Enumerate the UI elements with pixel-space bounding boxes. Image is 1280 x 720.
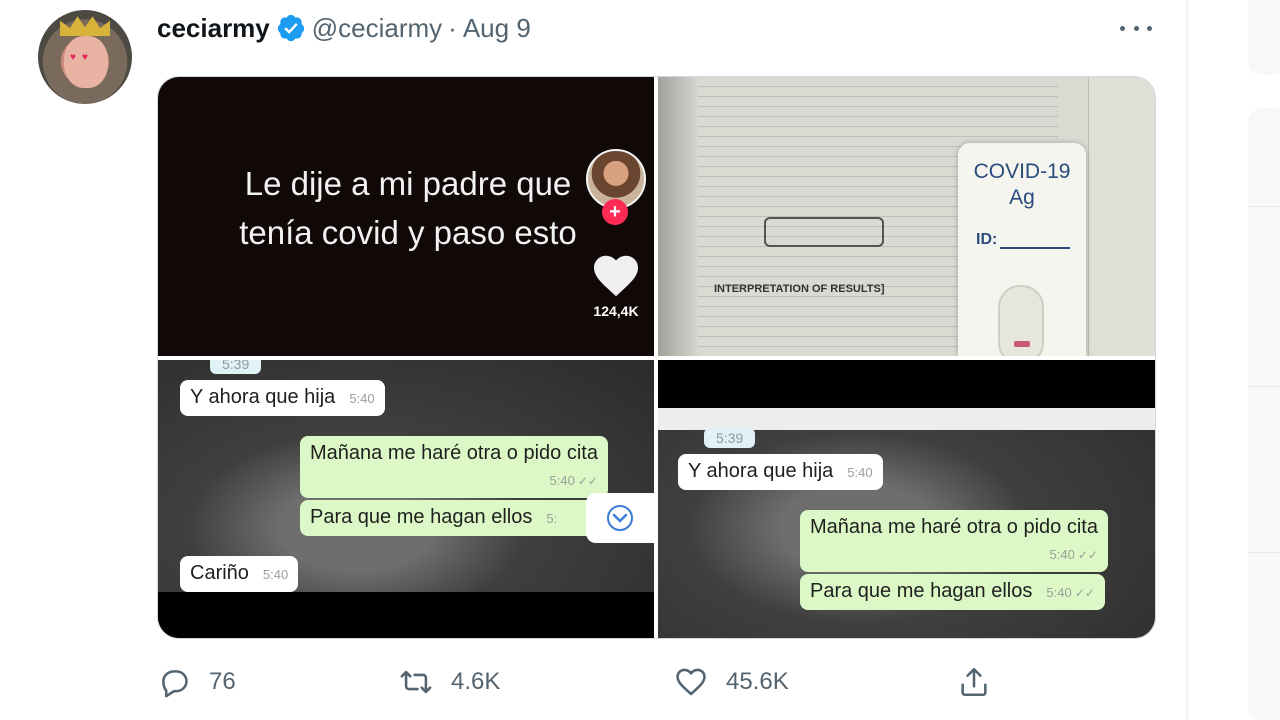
media-covid-test-image[interactable]: INTERPRETATION OF RESULTS] COVID-19 Ag I… <box>658 77 1155 356</box>
sidebar-divider <box>1248 386 1280 387</box>
chat-message-time: 5:40 <box>1046 585 1072 600</box>
verified-badge-icon <box>277 14 304 42</box>
read-ticks-icon: ✓✓ <box>1077 548 1098 562</box>
black-bar <box>658 360 1155 408</box>
heart-icon <box>676 668 706 696</box>
cassette-illustration <box>764 217 884 247</box>
tiktok-heart-icon <box>594 255 638 297</box>
read-ticks-icon: ✓✓ <box>1074 586 1095 600</box>
separator-dot: · <box>448 12 457 43</box>
tiktok-follow-plus-icon: + <box>602 199 628 225</box>
chat-bubble-outgoing: Para que me hagan ellos 5: <box>300 500 600 536</box>
chat-message-time: 5:40 <box>1049 547 1075 562</box>
chat-message-time: 5:40 <box>549 473 575 488</box>
tweet-actions: 76 4.6K 45.6K <box>157 662 1017 702</box>
chat-message-time: 5:40 <box>847 465 873 480</box>
test-cassette: COVID-19 Ag ID: C <box>958 143 1086 356</box>
more-horizontal-icon[interactable] <box>1120 16 1152 40</box>
like-button[interactable]: 45.6K <box>674 662 789 702</box>
chat-bubble-incoming: Cariño 5:40 <box>180 556 299 592</box>
sidebar-divider <box>1248 552 1280 553</box>
tweet-header: ceciarmy @ceciarmy · Aug 9 <box>157 12 531 44</box>
handle[interactable]: @ceciarmy <box>312 13 442 44</box>
cassette-control-line <box>1014 341 1030 347</box>
more-dot <box>1133 25 1139 31</box>
reply-button[interactable]: 76 <box>157 662 236 702</box>
chat-bubble-incoming: Y ahora que hija 5:40 <box>180 380 385 416</box>
interpretation-heading: INTERPRETATION OF RESULTS] <box>714 283 885 295</box>
chat-bubble-incoming: Y ahora que hija 5:40 <box>678 454 883 490</box>
read-ticks-icon: ✓✓ <box>577 474 598 488</box>
retweet-icon <box>400 670 432 694</box>
media-chat-image-left[interactable]: 5:39 Y ahora que hija 5:40 Mañana me haré… <box>158 360 654 638</box>
tiktok-caption-line: Le dije a mi padre que <box>244 165 572 202</box>
chat-message-text: Para que me hagan ellos <box>810 580 1033 602</box>
paper-right-column <box>1088 77 1155 356</box>
right-sidebar <box>1188 0 1280 720</box>
chat-message-time: 5:40 <box>262 567 289 582</box>
chat-message-text: Y ahora que hija <box>190 386 336 408</box>
chat-time-chip: 5:39 <box>704 428 756 448</box>
avatar-crown <box>60 16 110 36</box>
black-bar <box>158 592 654 638</box>
chat-header-strip <box>658 408 1155 430</box>
cassette-title: COVID-19 Ag <box>958 159 1086 211</box>
media-grid: Le dije a mi padre que tenía covid y pas… <box>157 76 1156 639</box>
more-dot <box>1147 25 1152 31</box>
cassette-title-line: Ag <box>1009 186 1035 209</box>
avatar[interactable]: ♥♥ <box>38 10 132 104</box>
chat-message-time: 5: <box>546 511 558 526</box>
cassette-id-label: ID: <box>976 231 998 248</box>
avatar-hearts: ♥♥ <box>70 52 94 63</box>
chat-message-text: Mañana me haré otra o pido cita <box>310 442 598 464</box>
more-dot <box>1120 25 1125 31</box>
sidebar-card <box>1248 108 1280 720</box>
retweet-count: 4.6K <box>451 668 501 695</box>
tiktok-like-count: 124,4K <box>593 303 639 319</box>
media-chat-image-right[interactable]: 5:39 Y ahora que hija 5:40 Mañana me haré… <box>658 360 1155 638</box>
tiktok-caption-line: tenía covid y paso esto <box>239 214 577 251</box>
cassette-id-line <box>1000 247 1070 249</box>
tiktok-caption: Le dije a mi padre que tenía covid y pas… <box>198 159 618 257</box>
chat-bubble-outgoing: Para que me hagan ellos 5:40 ✓✓ <box>800 574 1105 610</box>
chat-message-text: Cariño <box>190 562 249 584</box>
chat-message-text: Mañana me haré otra o pido cita <box>810 516 1098 538</box>
chat-message-time: 5:40 <box>349 391 375 406</box>
chat-bubble-outgoing: Mañana me haré otra o pido cita 5:40 ✓✓ <box>300 436 608 498</box>
like-count: 45.6K <box>726 668 789 695</box>
timestamp[interactable]: Aug 9 <box>463 13 531 44</box>
chevron-down-icon <box>607 505 633 531</box>
reply-icon <box>162 670 188 698</box>
chat-message-text: Y ahora que hija <box>688 460 834 482</box>
display-name[interactable]: ceciarmy <box>157 13 270 44</box>
sidebar-card <box>1248 0 1280 75</box>
cassette-title-line: COVID-19 <box>973 160 1071 183</box>
share-button[interactable] <box>957 662 991 702</box>
retweet-button[interactable]: 4.6K <box>399 662 500 702</box>
paper-edge <box>658 77 698 356</box>
sidebar-divider <box>1248 206 1280 207</box>
tweet-column: ♥♥ ceciarmy @ceciarmy · Aug 9 Le dije a … <box>0 0 1188 720</box>
share-icon <box>961 667 987 697</box>
chat-message-text: Para que me hagan ellos <box>310 506 533 528</box>
chat-time-chip: 5:39 <box>210 360 262 374</box>
chat-bubble-outgoing: Mañana me haré otra o pido cita 5:40 ✓✓ <box>800 510 1108 572</box>
reply-count: 76 <box>209 668 236 695</box>
media-tiktok-image[interactable]: Le dije a mi padre que tenía covid y pas… <box>158 77 654 356</box>
scroll-down-button <box>586 493 654 543</box>
